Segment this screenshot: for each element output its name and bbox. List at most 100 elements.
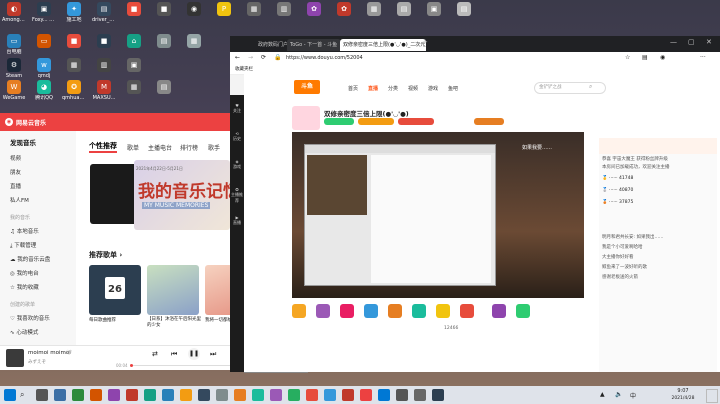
refresh-icon[interactable]: ⟳: [261, 54, 266, 61]
playlist-card-2[interactable]: [147, 265, 199, 315]
banner-left-image[interactable]: [90, 164, 140, 224]
previous-icon[interactable]: ⏮: [171, 350, 177, 359]
album-art[interactable]: [6, 349, 24, 367]
gift-icon[interactable]: [460, 304, 474, 318]
taskbar-app-icon[interactable]: [342, 389, 354, 401]
search-icon[interactable]: ⌕: [589, 83, 592, 91]
browser-tab-active[interactable]: 双修亲密度三倍上限(●'◡'●)_二次元直播_斗鱼: [340, 39, 426, 51]
taskbar-app-icon[interactable]: [144, 389, 156, 401]
browser-tab[interactable]: ToGo - 下一首 - 斗鱼: [287, 39, 341, 51]
playlist-title[interactable]: 每日歌曲推荐: [89, 317, 141, 323]
gift-icon[interactable]: [292, 304, 306, 318]
game-icon[interactable]: ◈ 游戏: [230, 159, 244, 170]
tab-singers[interactable]: 歌手: [208, 143, 220, 152]
desktop-shortcut[interactable]: ▤: [152, 80, 176, 95]
desktop-shortcut[interactable]: ✿: [302, 2, 326, 17]
song-title[interactable]: moimoi moimoi: [28, 350, 71, 356]
bookmark-folder[interactable]: 收藏夹栏: [235, 66, 253, 72]
gift-icon[interactable]: [436, 304, 450, 318]
gift-icon[interactable]: [412, 304, 426, 318]
desktop-shortcut[interactable]: ■: [62, 34, 86, 49]
badge[interactable]: [358, 118, 394, 125]
sidebar-item-video[interactable]: 视频: [10, 154, 21, 162]
sidebar-item-cloud[interactable]: ☁ 我的音乐云盘: [10, 255, 50, 263]
history-icon[interactable]: ⟲ 历史: [230, 131, 244, 142]
collections-icon[interactable]: ▤: [642, 54, 648, 61]
taskbar-app-icon[interactable]: [216, 389, 228, 401]
playlist-title[interactable]: 【日系】沐浴在午后阳光里的少女: [147, 317, 201, 329]
taskbar-app-icon[interactable]: [54, 389, 66, 401]
notifications-icon[interactable]: [706, 389, 718, 403]
browser-tab[interactable]: 政府数码门户: [255, 39, 289, 51]
desktop-shortcut[interactable]: ▤driver_m...: [92, 2, 116, 23]
badge[interactable]: [324, 118, 354, 125]
forward-icon[interactable]: →: [248, 54, 253, 61]
streamer-avatar[interactable]: [292, 106, 320, 130]
desktop-shortcut[interactable]: ▣: [422, 2, 446, 17]
profile-icon[interactable]: ◉: [660, 54, 665, 61]
desktop-shortcut[interactable]: ■: [152, 2, 176, 17]
banner-main[interactable]: 2021年4月22日-5月21日 我的音乐记忆 MY MUSIC MEMORIE…: [134, 160, 230, 230]
desktop-shortcut[interactable]: ◐ Among Us: [2, 2, 26, 23]
next-icon[interactable]: ⏭: [210, 350, 216, 359]
sidebar-item-liked[interactable]: ♡ 我喜欢的音乐: [10, 314, 50, 322]
taskbar-app-icon[interactable]: [306, 389, 318, 401]
taskbar-edge-icon[interactable]: [378, 389, 390, 401]
desktop-shortcut[interactable]: M MAXSU...: [92, 80, 116, 101]
desktop-shortcut[interactable]: ▦: [122, 80, 146, 95]
taskbar-app-icon[interactable]: [72, 389, 84, 401]
sidebar-item-local[interactable]: ♫ 本地音乐: [10, 227, 39, 235]
desktop-shortcut[interactable]: ■: [122, 2, 146, 17]
clock-date[interactable]: 2021/4/28: [666, 396, 700, 401]
playlist-card-daily[interactable]: 26: [89, 265, 141, 315]
sidebar-discover[interactable]: 发现音乐: [10, 137, 36, 147]
gift-icon[interactable]: [316, 304, 330, 318]
gift-icon[interactable]: [388, 304, 402, 318]
minimize-icon[interactable]: —: [670, 38, 677, 46]
tab-radio[interactable]: 主播电台: [148, 143, 172, 152]
desktop-shortcut[interactable]: P: [212, 2, 236, 17]
desktop-shortcut[interactable]: ▦: [62, 58, 86, 73]
badge[interactable]: [474, 118, 504, 125]
desktop-shortcut[interactable]: w qmdj: [32, 58, 56, 79]
taskbar-app-icon[interactable]: [324, 389, 336, 401]
streamer-icon[interactable]: ✪ 主播推荐: [230, 187, 244, 204]
sidebar-item-live[interactable]: 直播: [10, 182, 21, 190]
nav-video[interactable]: 视频: [408, 85, 418, 92]
tab-charts[interactable]: 排行榜: [180, 143, 198, 152]
gift-icon[interactable]: [340, 304, 354, 318]
desktop-shortcut[interactable]: ▤: [452, 2, 476, 17]
desktop-shortcut[interactable]: ▥: [92, 58, 116, 73]
desktop-shortcut[interactable]: ▤: [152, 34, 176, 49]
nav-games[interactable]: 游戏: [428, 85, 438, 92]
clock-time[interactable]: 9:07: [668, 388, 698, 394]
song-artist[interactable]: みずえぞ: [28, 359, 46, 365]
desktop-shortcut[interactable]: W WeGame: [2, 80, 26, 101]
taskbar-app-icon[interactable]: [162, 389, 174, 401]
desktop-shortcut[interactable]: ✦ 施工地: [62, 2, 86, 23]
sidebar-item-friends[interactable]: 朋友: [10, 168, 21, 176]
playlist-title[interactable]: 我将一切都给了你: [205, 317, 230, 323]
recommend-title[interactable]: 推荐歌单 ›: [89, 250, 122, 260]
sidebar-item-downloads[interactable]: ⤓ 下载管理: [10, 241, 36, 250]
desktop-shortcut[interactable]: ▭ 台电脑: [2, 34, 26, 55]
tab-playlists[interactable]: 歌单: [127, 143, 139, 152]
desktop-shortcut[interactable]: ⌂: [122, 34, 146, 49]
taskbar-app-icon[interactable]: [126, 389, 138, 401]
douyu-logo[interactable]: 斗鱼: [294, 80, 320, 94]
rank-row[interactable]: 🥈 ······ 40870: [602, 188, 633, 193]
nav-live[interactable]: 直播: [368, 85, 378, 92]
favorite-star-icon[interactable]: ☆: [625, 54, 630, 61]
nav-home[interactable]: 首页: [348, 85, 358, 92]
task-view-icon[interactable]: [36, 389, 48, 401]
sidebar-item-fm[interactable]: 私人FM: [10, 196, 29, 204]
nav-yuba[interactable]: 鱼吧: [448, 85, 458, 92]
gift-icon[interactable]: [364, 304, 378, 318]
tray-ime-icon[interactable]: 中: [630, 391, 636, 400]
taskbar-app-icon[interactable]: [288, 389, 300, 401]
desktop-shortcut[interactable]: ✿: [332, 2, 356, 17]
pause-button[interactable]: ❚❚: [188, 348, 200, 360]
desktop-shortcut[interactable]: ▦: [362, 2, 386, 17]
taskbar-app-icon[interactable]: [432, 389, 444, 401]
new-tab-icon[interactable]: +: [422, 38, 428, 46]
